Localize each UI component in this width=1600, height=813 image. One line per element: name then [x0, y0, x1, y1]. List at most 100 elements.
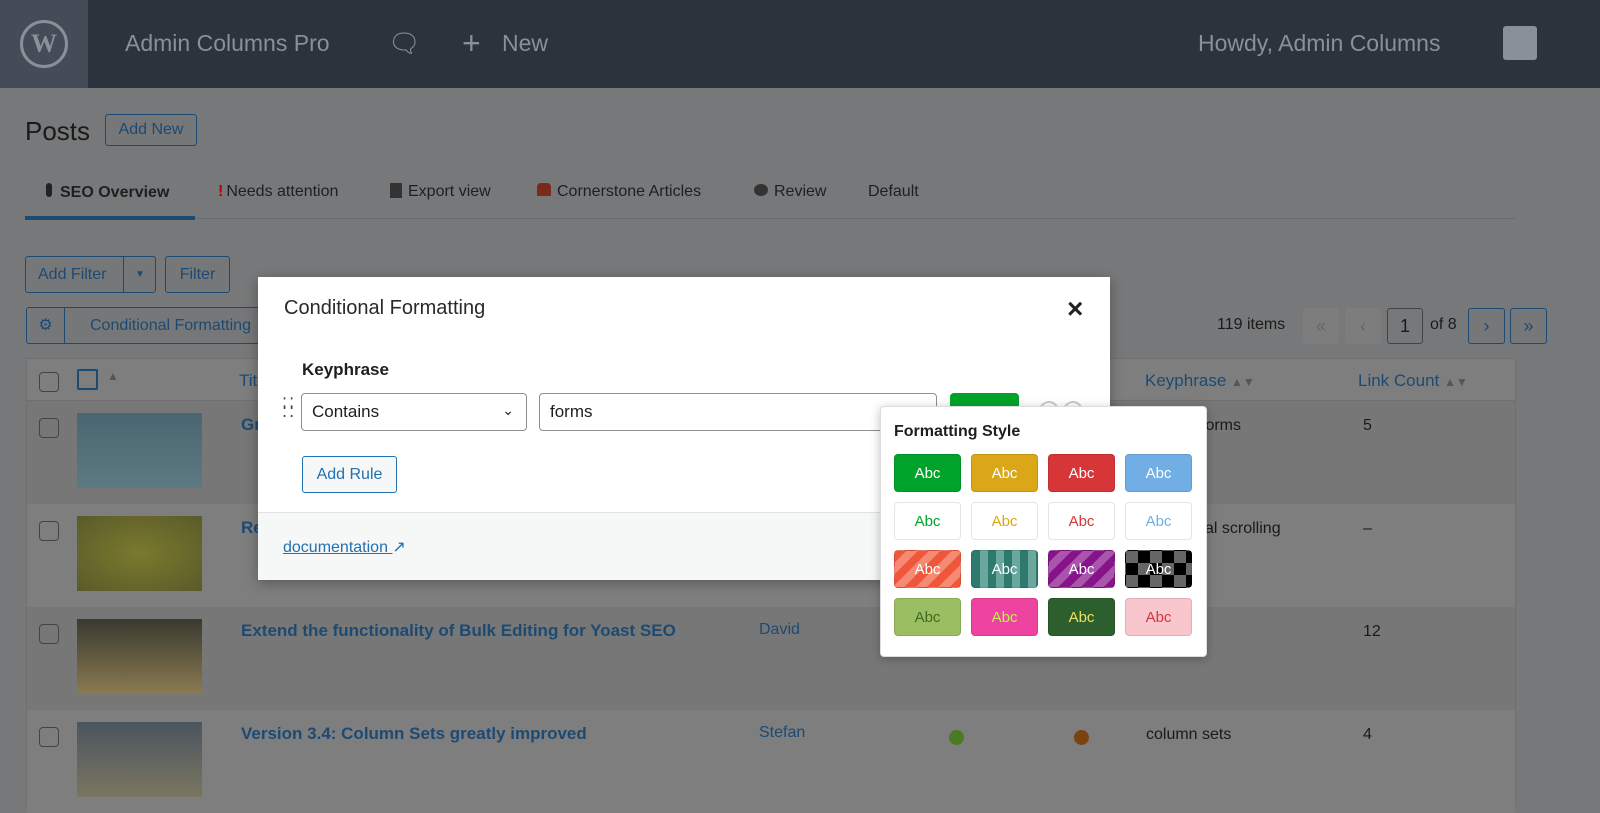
- conditional-label: Conditional Formatting: [90, 316, 251, 334]
- sort-icon[interactable]: ▲: [107, 369, 119, 383]
- row-checkbox[interactable]: [39, 521, 59, 541]
- first-page-button[interactable]: «: [1303, 308, 1339, 344]
- post-thumbnail[interactable]: [77, 722, 202, 797]
- swatch-label: Abc: [1068, 608, 1095, 626]
- row-checkbox[interactable]: [39, 624, 59, 644]
- style-swatch[interactable]: Abc: [1048, 598, 1115, 636]
- style-swatch[interactable]: Abc: [894, 550, 961, 588]
- tab-label: Needs attention: [226, 183, 339, 200]
- swatch-label: Abc: [1145, 464, 1172, 482]
- next-page-button[interactable]: ›: [1468, 308, 1505, 344]
- image-icon[interactable]: [77, 369, 98, 390]
- tab-needs-attention[interactable]: ! Needs attention: [218, 183, 338, 201]
- link-count-cell: 4: [1363, 726, 1372, 743]
- add-filter-button[interactable]: Add Filter ▼: [25, 256, 156, 293]
- style-swatch[interactable]: Abc: [1048, 550, 1115, 588]
- close-icon[interactable]: ×: [1067, 295, 1083, 323]
- admin-bar: W Admin Columns Pro 🗨 + New Howdy, Admin…: [0, 0, 1600, 88]
- style-swatch[interactable]: Abc: [1048, 502, 1115, 540]
- column-keyphrase[interactable]: Keyphrase ▲▼: [1145, 371, 1255, 391]
- howdy-link[interactable]: Howdy, Admin Columns: [1198, 30, 1440, 57]
- filter-button[interactable]: Filter: [165, 256, 230, 293]
- post-thumbnail[interactable]: [77, 516, 202, 591]
- tab-label: Cornerstone Articles: [557, 183, 702, 200]
- swatch-label: Abc: [914, 464, 941, 482]
- swatch-label: Abc: [914, 512, 941, 530]
- swatch-label: Abc: [1068, 464, 1095, 482]
- page-number-input[interactable]: 1: [1387, 308, 1423, 344]
- post-thumbnail[interactable]: [77, 619, 202, 694]
- prev-page-button[interactable]: ‹: [1345, 308, 1381, 344]
- tab-label: SEO Overview: [60, 184, 170, 201]
- tab-cornerstone[interactable]: Cornerstone Articles: [537, 183, 701, 201]
- add-new-button[interactable]: Add New: [105, 114, 197, 146]
- traffic-light-icon: [46, 183, 52, 197]
- column-link-count[interactable]: Link Count ▲▼: [1358, 371, 1468, 391]
- style-swatch[interactable]: Abc: [894, 598, 961, 636]
- link-count-cell: 12: [1363, 623, 1381, 640]
- row-checkbox[interactable]: [39, 727, 59, 747]
- row-checkbox[interactable]: [39, 418, 59, 438]
- swatch-label: Abc: [1145, 560, 1172, 578]
- external-link-icon: ↗: [392, 539, 406, 556]
- swatch-label: Abc: [1145, 512, 1172, 530]
- swatch-label: Abc: [991, 512, 1018, 530]
- tab-review[interactable]: Review: [754, 183, 826, 201]
- style-swatch[interactable]: Abc: [894, 502, 961, 540]
- swatch-label: Abc: [914, 608, 941, 626]
- post-title-link[interactable]: Version 3.4: Column Sets greatly improve…: [241, 724, 587, 744]
- swatch-label: Abc: [914, 560, 941, 578]
- tab-label: Export view: [408, 183, 491, 200]
- eye-icon: [754, 184, 768, 196]
- table-row: Extend the functionality of Bulk Editing…: [27, 607, 1515, 710]
- new-link[interactable]: New: [502, 30, 548, 57]
- style-swatch[interactable]: Abc: [1125, 550, 1192, 588]
- value-input[interactable]: forms: [539, 393, 937, 431]
- last-page-button[interactable]: »: [1510, 308, 1547, 344]
- plus-icon[interactable]: +: [462, 25, 481, 62]
- wordpress-logo[interactable]: W: [0, 0, 88, 88]
- tab-default[interactable]: Default: [868, 183, 919, 201]
- documentation-label: documentation: [283, 539, 388, 556]
- tabs-divider: [25, 218, 1515, 219]
- avatar[interactable]: [1503, 26, 1537, 60]
- column-label: Keyphrase: [1145, 371, 1227, 390]
- swatch-label: Abc: [991, 608, 1018, 626]
- swatch-label: Abc: [991, 560, 1018, 578]
- style-swatch[interactable]: Abc: [1125, 454, 1192, 492]
- post-title-link[interactable]: Extend the functionality of Bulk Editing…: [241, 621, 676, 641]
- style-swatch[interactable]: Abc: [971, 550, 1038, 588]
- tab-seo-overview[interactable]: SEO Overview: [46, 183, 169, 202]
- total-pages: of 8: [1430, 316, 1457, 333]
- style-swatch[interactable]: Abc: [971, 502, 1038, 540]
- tab-export-view[interactable]: Export view: [390, 183, 491, 201]
- style-swatch[interactable]: Abc: [971, 598, 1038, 636]
- stamp-icon: [537, 183, 551, 196]
- table-row: Version 3.4: Column Sets greatly improve…: [27, 710, 1515, 813]
- documentation-link[interactable]: documentation ↗: [283, 537, 406, 557]
- add-rule-button[interactable]: Add Rule: [302, 456, 397, 493]
- author-link[interactable]: Stefan: [759, 724, 805, 742]
- select-all-checkbox[interactable]: [39, 372, 59, 392]
- style-swatch[interactable]: Abc: [1125, 598, 1192, 636]
- seo-score-dot: [949, 730, 964, 745]
- author-link[interactable]: David: [759, 621, 800, 639]
- readability-score-dot: [1074, 730, 1089, 745]
- style-swatch[interactable]: Abc: [971, 454, 1038, 492]
- wordpress-icon: W: [20, 20, 68, 68]
- operator-select[interactable]: Contains ⌄: [301, 393, 527, 431]
- caret-down-icon[interactable]: ▼: [124, 269, 145, 280]
- style-swatch[interactable]: Abc: [894, 454, 961, 492]
- post-thumbnail[interactable]: [77, 413, 202, 488]
- comments-icon[interactable]: 🗨: [388, 28, 421, 59]
- site-name-link[interactable]: Admin Columns Pro: [125, 30, 330, 57]
- popover-title: Formatting Style: [894, 423, 1021, 440]
- column-label: Link Count: [1358, 371, 1440, 390]
- conditional-formatting-button[interactable]: ⚙ Conditional Formatting: [26, 307, 286, 344]
- sort-icon: ▲▼: [1444, 375, 1468, 389]
- style-swatch[interactable]: Abc: [1048, 454, 1115, 492]
- drag-handle-icon[interactable]: ⁚⁚ ⁚⁚: [282, 397, 296, 421]
- keyphrase-cell: column sets: [1146, 726, 1232, 743]
- style-swatch[interactable]: Abc: [1125, 502, 1192, 540]
- swatch-label: Abc: [991, 464, 1018, 482]
